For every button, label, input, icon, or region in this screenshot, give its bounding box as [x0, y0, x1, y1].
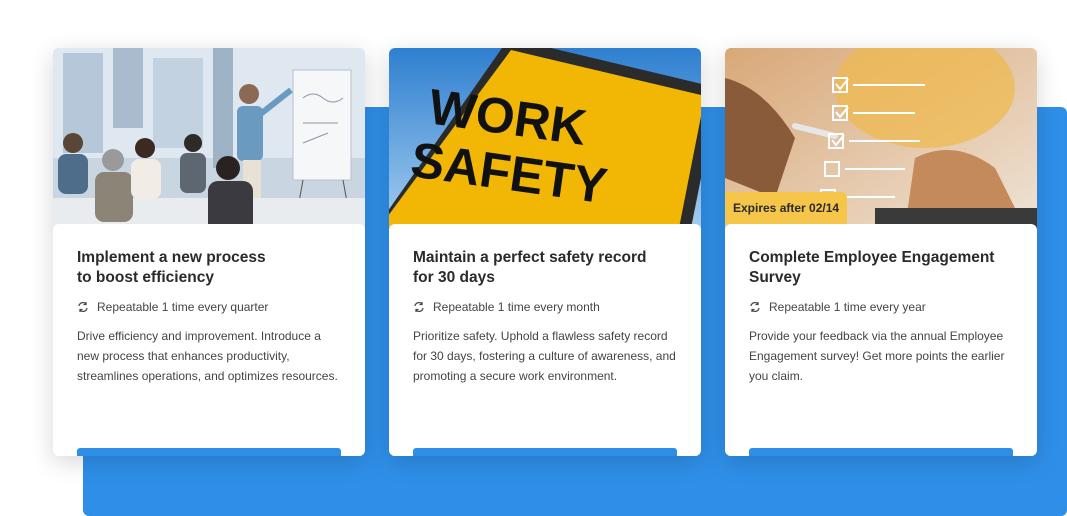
meeting-photo — [53, 48, 365, 238]
repeat-text: Repeatable 1 time every year — [769, 300, 926, 314]
earn-points-button[interactable]: Earn 500 points — [413, 448, 677, 456]
card-body: Maintain a perfect safety record for 30 … — [389, 224, 701, 456]
card-body: Implement a new process to boost efficie… — [53, 224, 365, 456]
card-title: Maintain a perfect safety record for 30 … — [413, 249, 647, 286]
repeat-info: Repeatable 1 time every year — [749, 299, 926, 315]
work-safety-sign-photo: WORK SAFETY — [389, 48, 701, 238]
card-title: Implement a new process to boost efficie… — [77, 249, 266, 286]
reward-card-survey[interactable]: Expires after 02/14 Complete Employee En… — [725, 48, 1037, 456]
reward-card-efficiency[interactable]: Implement a new process to boost efficie… — [53, 48, 365, 456]
earn-points-button[interactable]: Earn 200 points — [749, 448, 1013, 456]
card-description: Drive efficiency and improvement. Introd… — [77, 329, 338, 383]
expires-badge: Expires after 02/14 — [725, 192, 848, 224]
repeat-info: Repeatable 1 time every quarter — [77, 299, 268, 315]
repeat-icon — [414, 302, 424, 312]
card-description: Prioritize safety. Uphold a flawless saf… — [413, 329, 676, 383]
card-description: Provide your feedback via the annual Emp… — [749, 329, 1005, 383]
repeat-info: Repeatable 1 time every month — [413, 299, 600, 315]
repeat-text: Repeatable 1 time every quarter — [97, 300, 269, 314]
card-body: Complete Employee Engagement Survey Repe… — [725, 224, 1037, 456]
repeat-icon — [78, 302, 88, 312]
card-title: Complete Employee Engagement Survey — [749, 249, 995, 286]
repeat-text: Repeatable 1 time every month — [433, 300, 600, 314]
reward-card-safety[interactable]: WORK SAFETY Maintain a perfect safety re… — [389, 48, 701, 456]
repeat-icon — [750, 302, 760, 312]
earn-points-button[interactable]: Earn 250 points — [77, 448, 341, 456]
